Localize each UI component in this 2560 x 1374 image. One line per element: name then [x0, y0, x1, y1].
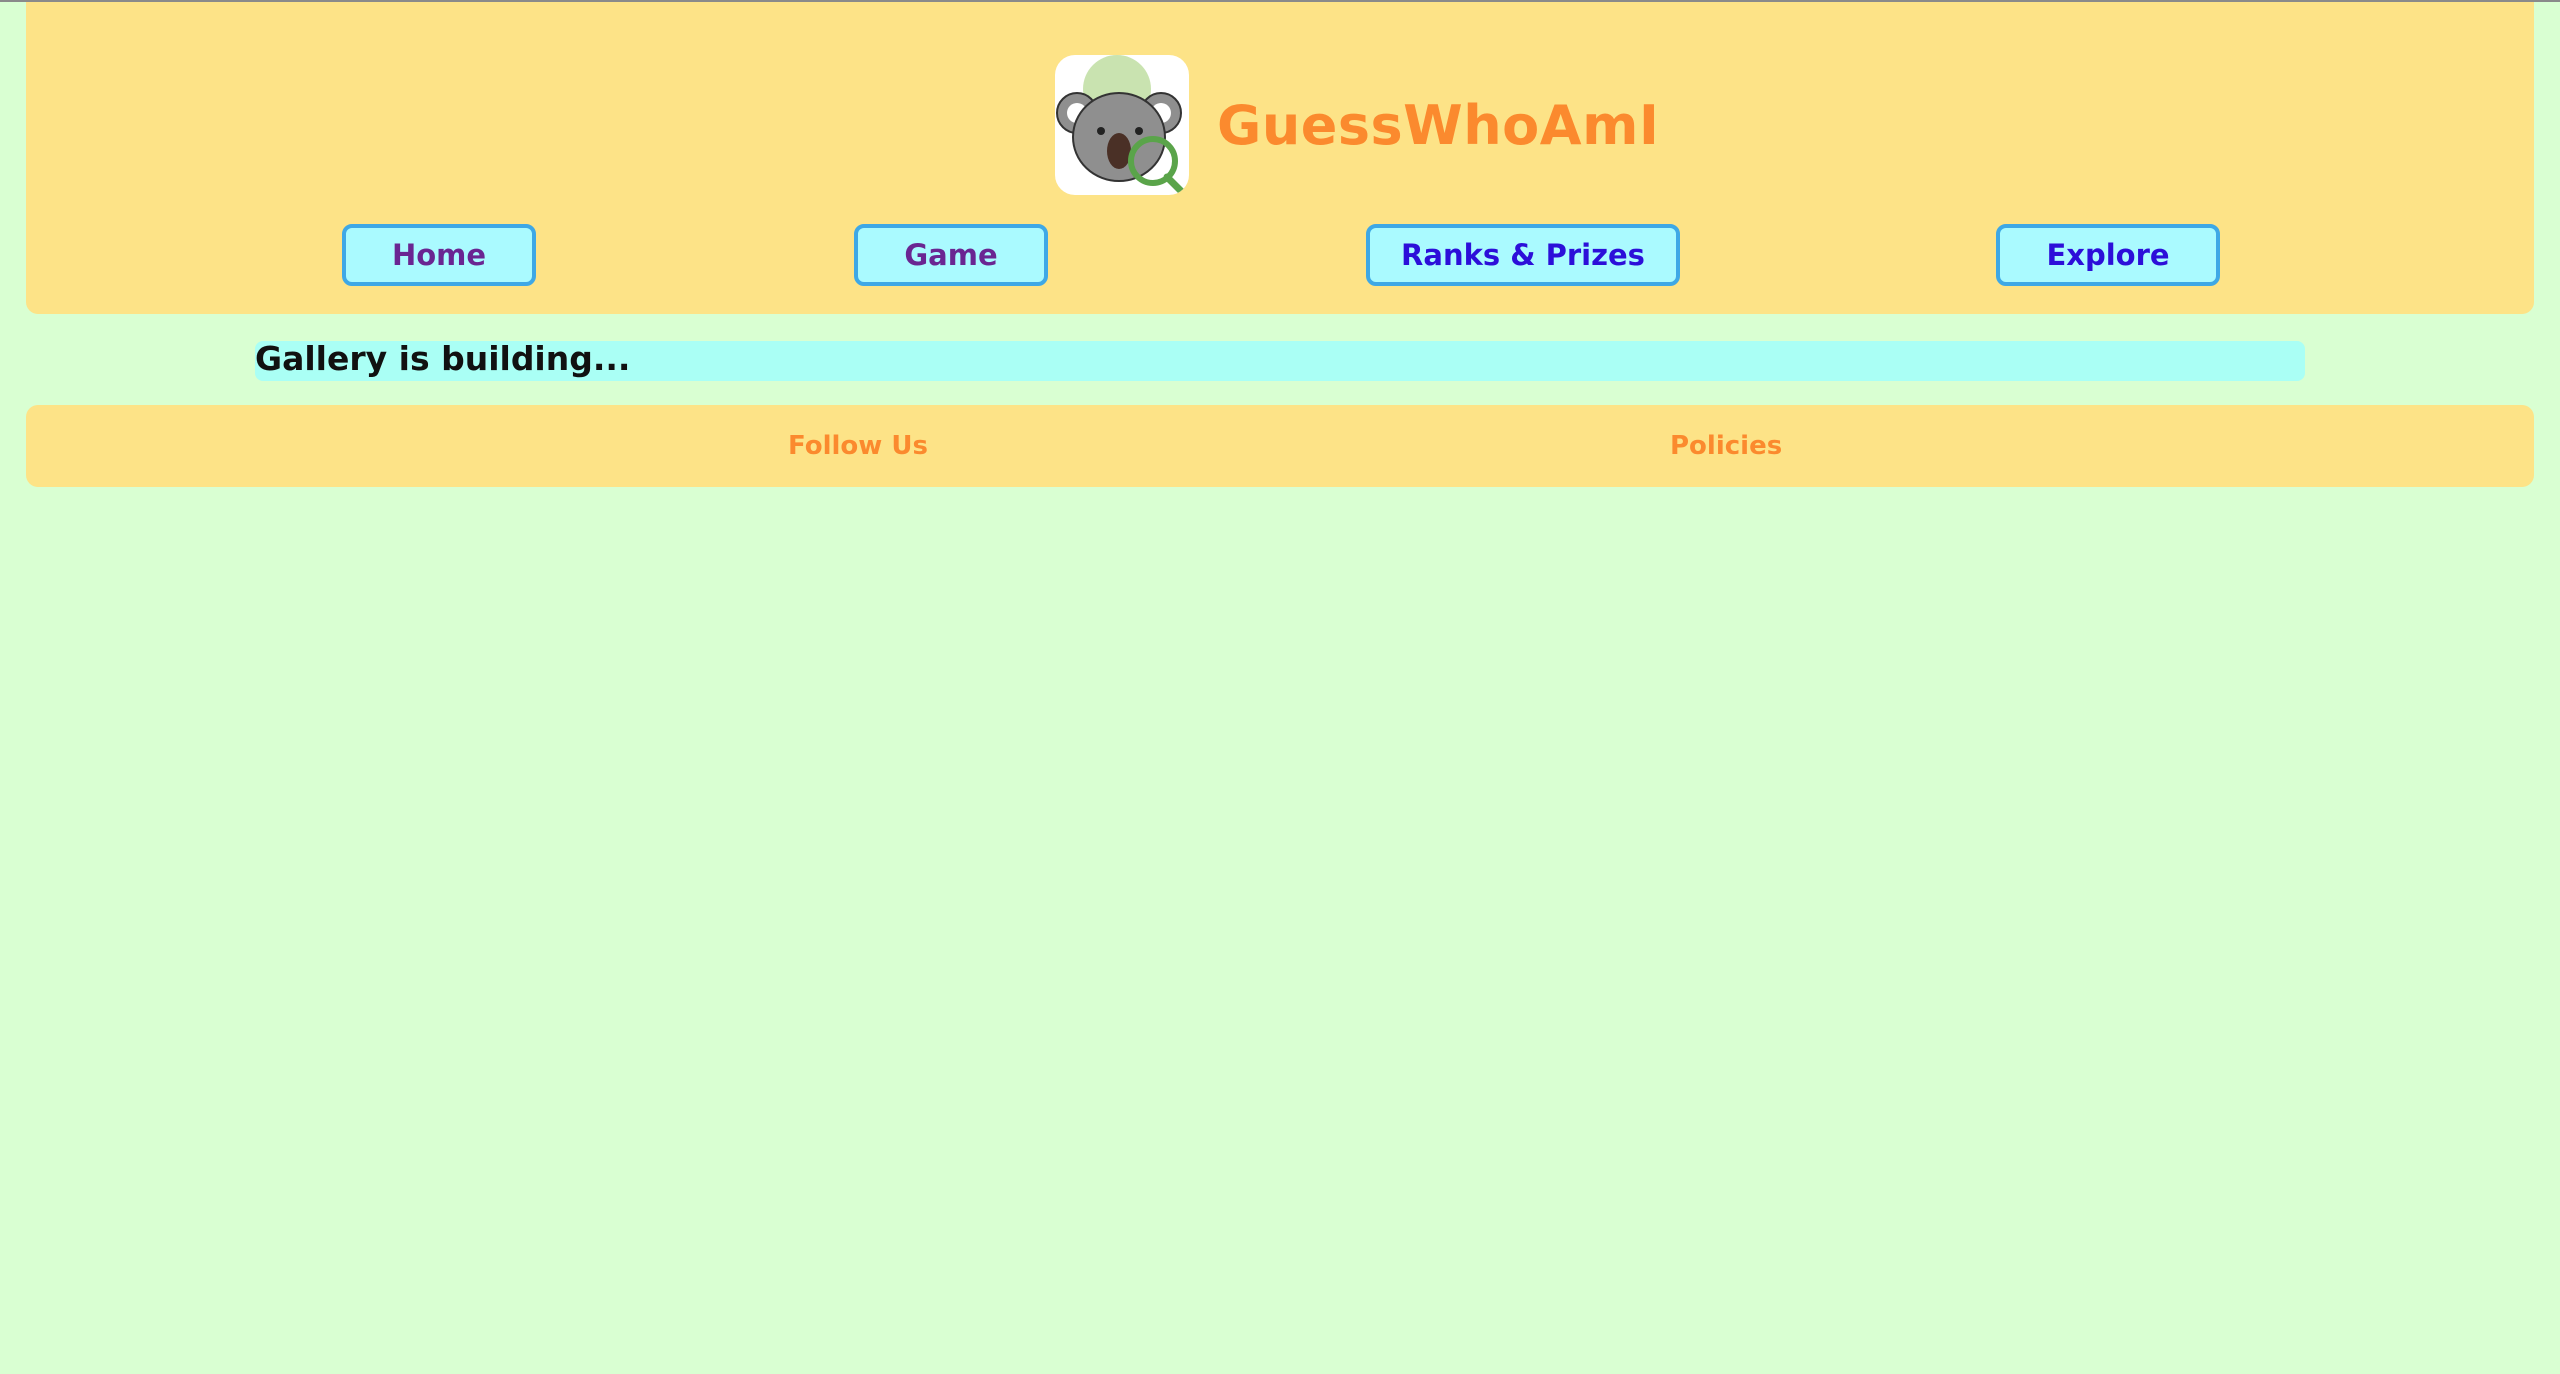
home-button[interactable]: Home — [342, 224, 536, 286]
brand[interactable]: GuessWhoAmI — [1055, 54, 1659, 196]
ranks-prizes-button[interactable]: Ranks & Prizes — [1366, 224, 1680, 286]
policies-link[interactable]: Policies — [1670, 431, 1782, 461]
game-button[interactable]: Game — [854, 224, 1048, 286]
brand-name[interactable]: GuessWhoAmI — [1217, 94, 1659, 157]
gallery-status-bar: Gallery is building... — [255, 339, 2305, 381]
explore-button[interactable]: Explore — [1996, 224, 2220, 286]
gallery-status-text: Gallery is building... — [255, 339, 631, 378]
site-footer: Follow Us Policies — [26, 405, 2534, 487]
site-header: GuessWhoAmI Home Game Ranks & Prizes Exp… — [26, 2, 2534, 314]
follow-us-link[interactable]: Follow Us — [788, 431, 928, 461]
koala-magnifier-icon[interactable] — [1055, 55, 1189, 195]
